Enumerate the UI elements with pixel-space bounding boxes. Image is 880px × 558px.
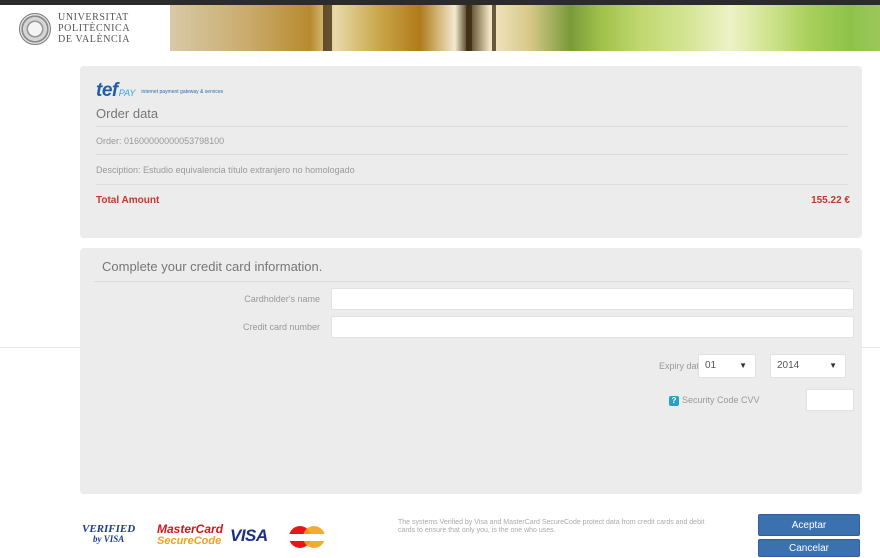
header-photo bbox=[170, 5, 880, 51]
accept-button[interactable]: Aceptar bbox=[758, 514, 860, 536]
mastercard-logo-icon bbox=[281, 526, 333, 548]
university-logo-text: UNIVERSITAT POLITÈCNICA DE VALÈNCIA bbox=[58, 12, 168, 45]
security-note: The systems Verified by Visa and MasterC… bbox=[398, 519, 705, 534]
photo-post bbox=[323, 5, 332, 51]
divider bbox=[94, 281, 850, 282]
expiry-month-value: 01 bbox=[705, 360, 717, 371]
cvv-input[interactable] bbox=[806, 389, 854, 411]
credit-card-title: Complete your credit card information. bbox=[102, 259, 323, 274]
expiry-date-label: Expiry date bbox=[658, 361, 704, 371]
photo-post bbox=[466, 5, 472, 51]
university-seal-icon bbox=[19, 13, 51, 45]
university-line-1: UNIVERSITAT bbox=[58, 12, 129, 23]
verified-by-visa-logo: VERIFIED by VISA bbox=[82, 524, 135, 545]
order-number-label: Order: bbox=[96, 136, 122, 146]
secure-payment-logos: VERIFIED by VISA MasterCard SecureCode V… bbox=[82, 522, 332, 552]
order-title: Order data bbox=[96, 106, 159, 121]
mastercard-line-2: SecureCode bbox=[157, 535, 222, 547]
divider bbox=[96, 126, 848, 127]
mastercard-securecode-logo: MasterCard SecureCode bbox=[157, 523, 223, 547]
card-number-input[interactable] bbox=[331, 316, 854, 338]
order-number-value: 01600000000053798100 bbox=[124, 136, 225, 146]
photo-post bbox=[492, 5, 496, 51]
total-amount-value: 155.22 € bbox=[811, 195, 850, 206]
header-banner: UNIVERSITAT POLITÈCNICA DE VALÈNCIA bbox=[0, 5, 880, 51]
visa-logo: VISA bbox=[230, 526, 268, 545]
expiry-year-value: 2014 bbox=[777, 360, 800, 371]
cardholder-input[interactable] bbox=[331, 288, 854, 310]
mastercard-bar bbox=[285, 534, 329, 541]
total-amount-label: Total Amount bbox=[96, 195, 160, 206]
mastercard-line-1: MasterCard bbox=[157, 522, 224, 536]
expiry-month-select[interactable]: 01 ▼ bbox=[698, 354, 756, 378]
card-number-label: Credit card number bbox=[242, 322, 320, 332]
divider bbox=[96, 184, 848, 185]
university-line-3: DE VALÈNCIA bbox=[58, 34, 131, 45]
chevron-down-icon: ▼ bbox=[739, 361, 747, 370]
cvv-label: Security Code CVV bbox=[682, 395, 760, 405]
description-value: Estudio equivalencia título extranjero n… bbox=[143, 165, 355, 175]
description-label: Desciption: bbox=[96, 165, 141, 175]
divider bbox=[96, 154, 848, 155]
cardholder-label: Cardholder's name bbox=[244, 294, 320, 304]
description-row: Desciption: Estudio equivalencia título … bbox=[96, 165, 355, 175]
credit-card-panel: Complete your credit card information. C… bbox=[80, 248, 862, 494]
university-line-2: POLITÈCNICA bbox=[58, 23, 131, 34]
tefpay-logo: tefPAY internet payment gateway & service… bbox=[96, 80, 224, 101]
cancel-button[interactable]: Cancelar bbox=[758, 539, 860, 557]
cvv-help-icon[interactable]: ? bbox=[669, 396, 679, 406]
chevron-down-icon: ▼ bbox=[829, 361, 837, 370]
order-panel: tefPAY internet payment gateway & service… bbox=[80, 66, 862, 238]
tefpay-logo-pay: PAY bbox=[118, 88, 136, 98]
verified-line-2: by VISA bbox=[92, 534, 125, 544]
order-number-row: Order: 01600000000053798100 bbox=[96, 136, 224, 146]
expiry-year-select[interactable]: 2014 ▼ bbox=[770, 354, 846, 378]
tefpay-tagline: internet payment gateway & services bbox=[141, 89, 224, 95]
tefpay-logo-tef: tef bbox=[96, 80, 118, 101]
